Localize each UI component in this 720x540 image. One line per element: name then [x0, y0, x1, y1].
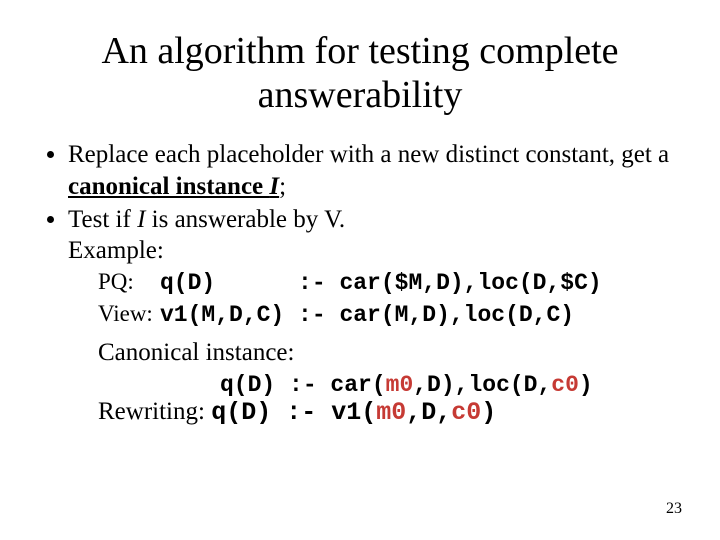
canon-c0: c0: [551, 372, 579, 398]
bullet-2-text-c: is answerable by V.: [145, 206, 345, 233]
rewrite-label: Rewriting:: [98, 398, 211, 425]
pq-body: car($M,D),loc(D,$C): [339, 270, 601, 296]
view-sep: :-: [284, 302, 339, 328]
bullet-2: Test if I is answerable by V.: [68, 204, 670, 235]
canon-head: q(D) :- car(: [220, 372, 386, 398]
rewrite-c0: c0: [451, 398, 481, 427]
rewrite-line: Rewriting: q(D) :- v1(m0,D,c0): [98, 398, 670, 427]
bullet-1-I: I: [269, 173, 279, 200]
slide: An algorithm for testing complete answer…: [0, 0, 720, 540]
rewrite-head: q(D) :- v1(: [211, 398, 376, 427]
view-label: View:: [98, 299, 160, 329]
bullet-2-text-a: Test if: [68, 206, 137, 233]
page-number: 23: [666, 500, 682, 518]
rewrite-mid: ,D,: [406, 398, 451, 427]
pq-head: q(D): [160, 270, 215, 296]
code-block: PQ:q(D) :- car($M,D),loc(D,$C) View:v1(M…: [98, 267, 670, 331]
canon-m0: m0: [386, 372, 414, 398]
canonical-line: q(D) :- car(m0,D),loc(D,c0): [220, 371, 670, 398]
view-head: v1(M,D,C): [160, 302, 284, 328]
pq-label: PQ:: [98, 267, 160, 297]
pq-sep: :-: [215, 270, 339, 296]
bullet-1: Replace each placeholder with a new dist…: [68, 139, 670, 202]
canonical-label: Canonical instance:: [98, 339, 670, 367]
rewrite-m0: m0: [376, 398, 406, 427]
example-label: Example:: [68, 237, 670, 265]
bullet-1-text-a: Replace each placeholder with a new dist…: [68, 141, 669, 168]
bullet-list: Replace each placeholder with a new dist…: [68, 139, 670, 235]
bullet-1-text-d: ;: [279, 173, 286, 200]
view-body: car(M,D),loc(D,C): [339, 302, 574, 328]
bullet-1-canonical: canonical instance: [68, 173, 269, 200]
canon-tail: ): [579, 372, 593, 398]
rewrite-tail: ): [481, 398, 496, 427]
canon-mid: ,D),loc(D,: [413, 372, 551, 398]
slide-title: An algorithm for testing complete answer…: [50, 30, 670, 117]
